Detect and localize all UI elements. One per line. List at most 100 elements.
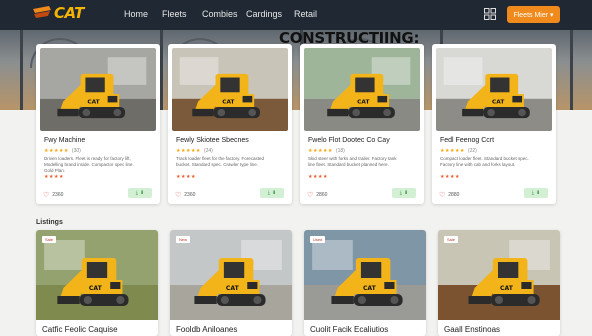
- download-icon: ⤓: [399, 190, 402, 196]
- secondary-rating-stars: ★★★★: [440, 174, 460, 180]
- review-count: (18): [335, 148, 345, 154]
- review-count: (24): [203, 148, 213, 154]
- listing-photo[interactable]: CAT: [36, 230, 158, 320]
- heart-icon[interactable]: ♡: [307, 191, 313, 199]
- machine-photo: CAT: [172, 48, 288, 131]
- download-icon: ⤓: [531, 190, 534, 196]
- nav-link-combies[interactable]: Combies: [202, 9, 238, 20]
- secondary-rating-stars: ★★★★: [308, 174, 328, 180]
- hero-title: CONSTRUCTIING:: [279, 29, 420, 47]
- download-icon-alt: ⬇: [536, 190, 541, 196]
- product-card[interactable]: CAT Fewly Skiotee Sbecnes ★★★★★ (24) Trac…: [168, 44, 292, 204]
- listing-card[interactable]: CAT Sale Gaall Enstinoas: [438, 230, 560, 336]
- heart-icon[interactable]: ♡: [43, 191, 49, 199]
- machine-photo: CAT: [40, 48, 156, 131]
- rating-stars: ★★★★★ (24): [176, 148, 213, 154]
- listing-card[interactable]: CAT Sale Catfic Feolic Caquise: [36, 230, 158, 336]
- svg-text:CAT: CAT: [87, 99, 99, 105]
- machine-photo: CAT: [170, 230, 292, 320]
- svg-text:CAT: CAT: [89, 285, 103, 292]
- listing-tag-badge: Sale: [444, 236, 459, 243]
- save-count: 2360: [184, 192, 196, 198]
- nav-link-home[interactable]: Home: [124, 9, 148, 20]
- machine-photo: CAT: [304, 230, 426, 320]
- rating-stars: ★★★★★ (30): [44, 148, 81, 154]
- listing-title[interactable]: Cuolit Facik Ecaliutios: [310, 325, 388, 334]
- nav-link-fleets[interactable]: Fleets: [162, 9, 187, 20]
- listing-card[interactable]: CAT New Fooldb Aniloanes: [170, 230, 292, 336]
- card-title[interactable]: Fedl Feenog Ccrt: [440, 137, 494, 144]
- listing-tag-badge: Used: [310, 236, 326, 243]
- machine-photo: CAT: [438, 230, 560, 320]
- machine-photo: CAT: [304, 48, 420, 131]
- download-icon-alt: ⬇: [140, 190, 145, 196]
- section-label: Listings: [36, 219, 63, 226]
- brand-logo[interactable]: CAT: [33, 4, 84, 22]
- download-icon: ⤓: [267, 190, 270, 196]
- card-description: Skid steer with forks and trailer. Facto…: [308, 156, 397, 167]
- svg-text:CAT: CAT: [357, 99, 369, 105]
- download-button[interactable]: ⤓ ⬇: [260, 188, 284, 198]
- card-photo[interactable]: CAT: [40, 48, 156, 131]
- card-title[interactable]: Fewly Skiotee Sbecnes: [176, 137, 249, 144]
- apps-grid-icon[interactable]: [484, 8, 496, 20]
- nav-link-retail[interactable]: Retail: [294, 9, 317, 20]
- download-button[interactable]: ⤓ ⬇: [524, 188, 548, 198]
- listing-title[interactable]: Gaall Enstinoas: [444, 325, 500, 334]
- card-photo[interactable]: CAT: [304, 48, 420, 131]
- card-photo[interactable]: CAT: [172, 48, 288, 131]
- listing-title[interactable]: Fooldb Aniloanes: [176, 325, 237, 334]
- review-count: (22): [467, 148, 477, 154]
- secondary-rating-stars: ★★★★: [176, 174, 196, 180]
- card-meta: ♡ 2360: [175, 191, 195, 199]
- hero-beam: [570, 30, 573, 110]
- download-icon-alt: ⬇: [272, 190, 277, 196]
- card-meta: ♡ 2360: [43, 191, 63, 199]
- svg-text:CAT: CAT: [500, 285, 514, 292]
- listing-tag-badge: New: [176, 236, 191, 243]
- download-icon-alt: ⬇: [404, 190, 409, 196]
- save-count: 2880: [448, 192, 460, 198]
- download-icon: ⤓: [135, 190, 138, 196]
- rating-stars: ★★★★★ (22): [440, 148, 477, 154]
- card-title[interactable]: Fwy Machine: [44, 137, 85, 144]
- listing-photo[interactable]: CAT: [170, 230, 292, 320]
- card-title[interactable]: Fwelo Flot Dootec Co Cay: [308, 137, 390, 144]
- listing-card[interactable]: CAT Used Cuolit Facik Ecaliutios: [304, 230, 426, 336]
- review-count: (30): [71, 148, 81, 154]
- download-button[interactable]: ⤓ ⬇: [128, 188, 152, 198]
- download-button[interactable]: ⤓ ⬇: [392, 188, 416, 198]
- heart-icon[interactable]: ♡: [439, 191, 445, 199]
- listing-photo[interactable]: CAT: [438, 230, 560, 320]
- nav-link-cardings[interactable]: Cardings: [246, 9, 282, 20]
- card-description: Track loader fleet for the factory. Fore…: [176, 156, 265, 167]
- product-card[interactable]: CAT Fwelo Flot Dootec Co Cay ★★★★★ (18) S…: [300, 44, 424, 204]
- hero-beam: [20, 30, 23, 110]
- heart-icon[interactable]: ♡: [175, 191, 181, 199]
- machine-photo: CAT: [436, 48, 552, 131]
- listing-title[interactable]: Catfic Feolic Caquise: [42, 325, 118, 334]
- listing-photo[interactable]: CAT: [304, 230, 426, 320]
- listing-tag-badge: Sale: [42, 236, 57, 243]
- machine-photo: CAT: [36, 230, 158, 320]
- svg-text:CAT: CAT: [492, 99, 504, 105]
- save-count: 2360: [52, 192, 64, 198]
- rating-stars: ★★★★★ (18): [308, 148, 345, 154]
- card-description: Driven loaders. Fleet is ready for facto…: [44, 156, 134, 173]
- card-meta: ♡ 2880: [439, 191, 459, 199]
- top-nav: CAT Home Fleets Combies Cardings Retail …: [0, 0, 592, 30]
- save-count: 2860: [316, 192, 328, 198]
- svg-text:CAT: CAT: [222, 99, 234, 105]
- logo-text: CAT: [54, 4, 84, 22]
- card-meta: ♡ 2860: [307, 191, 327, 199]
- card-photo[interactable]: CAT: [436, 48, 552, 131]
- cat-logo-icon: [33, 6, 51, 18]
- product-card[interactable]: CAT Fwy Machine ★★★★★ (30) Driven loaders…: [36, 44, 160, 204]
- svg-text:CAT: CAT: [363, 285, 377, 292]
- product-card[interactable]: CAT Fedl Feenog Ccrt ★★★★★ (22) Compact l…: [432, 44, 556, 204]
- secondary-rating-stars: ★★★★: [44, 174, 64, 180]
- card-description: Compact loader fleet. Standard bucket sp…: [440, 156, 529, 167]
- fleets-menu-button[interactable]: Fleets Mier ▾: [507, 6, 560, 23]
- svg-text:CAT: CAT: [226, 285, 240, 292]
- hero-beam: [160, 30, 163, 110]
